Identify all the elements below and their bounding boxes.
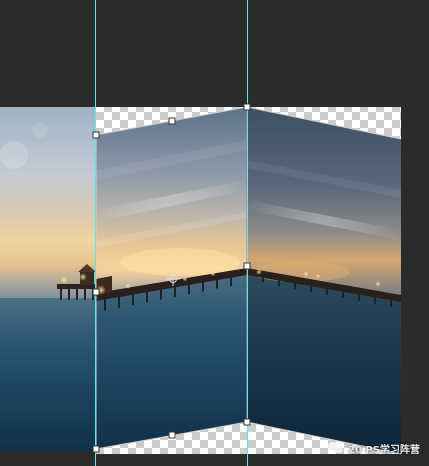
handle-bottom-center xyxy=(243,418,251,426)
handle-top-mid-left xyxy=(168,117,176,125)
warped-panel-right xyxy=(247,107,401,454)
handle-mid-left xyxy=(92,288,100,296)
watermark: 20 PS学习阵营 xyxy=(328,439,420,457)
handle-top-left xyxy=(92,131,100,139)
handle-mid-center xyxy=(243,262,251,270)
warped-panel-left xyxy=(96,107,247,449)
watermark-text: 20 PS学习阵营 xyxy=(348,444,420,456)
wechat-icon xyxy=(328,441,344,455)
original-image-left xyxy=(0,107,97,451)
handle-bottom-left xyxy=(92,445,100,453)
photoshop-canvas[interactable]: 20 PS学习阵营 xyxy=(0,0,429,466)
handle-bottom-mid-left xyxy=(168,431,176,439)
document-canvas[interactable] xyxy=(0,0,429,466)
handle-top-center xyxy=(243,103,251,111)
